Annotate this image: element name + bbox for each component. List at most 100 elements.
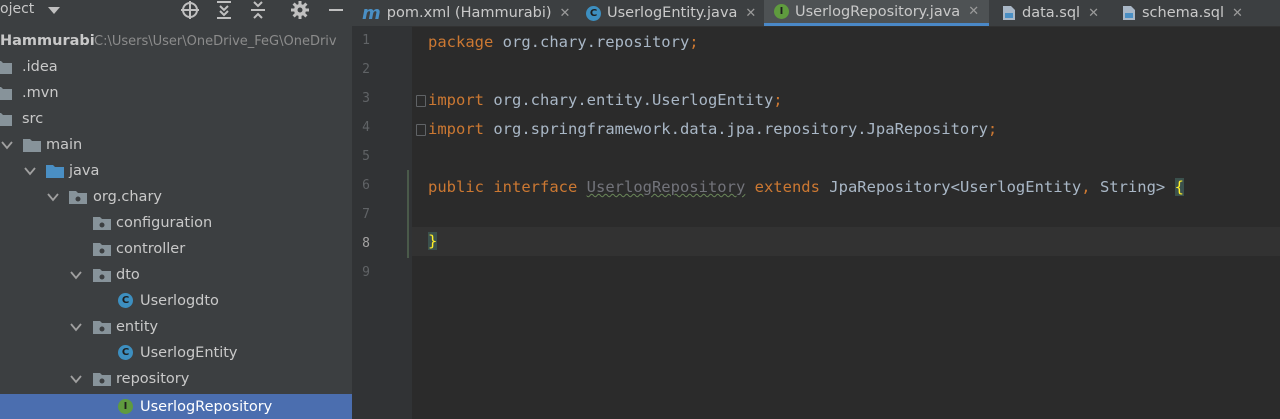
code-line-8: } <box>428 232 438 250</box>
tree-item-main[interactable]: main <box>0 132 352 158</box>
line-number: 2 <box>362 62 370 77</box>
package-icon <box>93 269 111 282</box>
project-panel: oject Hammurabi C:\Users\User\OneDrive_F… <box>0 0 352 419</box>
project-toolbar: oject <box>0 0 352 22</box>
maven-icon: m <box>362 2 381 24</box>
tab-schema-sql[interactable]: schema.sql ✕ <box>1122 0 1243 26</box>
module-path: C:\Users\User\OneDrive_FeG\OneDriv <box>94 33 337 49</box>
line-number: 4 <box>362 120 370 135</box>
tree-item-label: entity <box>116 319 159 335</box>
chevron-down-icon[interactable] <box>23 164 37 178</box>
editor-area: m pom.xml (Hammurabi) ✕ C UserlogEntity.… <box>352 0 1280 419</box>
tab-userlogrepository[interactable]: I UserlogRepository.java ✕ <box>764 0 990 26</box>
tree-item-mvn[interactable]: .mvn <box>0 80 352 106</box>
tree-item-label: main <box>46 137 83 153</box>
tab-label: pom.xml (Hammurabi) <box>386 5 552 21</box>
tab-pom-xml[interactable]: m pom.xml (Hammurabi) ✕ <box>362 0 570 26</box>
folder-icon <box>0 113 12 126</box>
tree-item-idea[interactable]: .idea <box>0 54 352 80</box>
tab-label: schema.sql <box>1142 5 1225 21</box>
tree-item-dto[interactable]: dto <box>0 262 352 288</box>
code-line-3: import org.chary.entity.UserlogEntity; <box>428 91 783 109</box>
current-line-highlight <box>412 227 1280 256</box>
tree-item-label: Userlogdto <box>140 293 219 309</box>
tree-item-label: .mvn <box>22 85 59 101</box>
dropdown-icon[interactable] <box>44 0 64 20</box>
chevron-down-icon[interactable] <box>69 372 83 386</box>
tab-label: data.sql <box>1022 5 1081 21</box>
code-line-1: package org.chary.repository; <box>428 33 699 51</box>
close-icon[interactable]: ✕ <box>745 6 756 21</box>
folder-icon <box>0 87 12 100</box>
editor-tabs: m pom.xml (Hammurabi) ✕ C UserlogEntity.… <box>352 0 1280 27</box>
change-marker <box>407 170 409 258</box>
close-icon[interactable]: ✕ <box>1088 6 1099 21</box>
line-number: 3 <box>362 91 370 106</box>
tab-label: UserlogRepository.java <box>795 3 961 20</box>
expand-all-icon[interactable] <box>214 0 234 20</box>
line-number: 7 <box>362 207 370 222</box>
tree-item-controller[interactable]: controller <box>0 236 352 262</box>
line-gutter: 1 2 3 4 5 6 7 8 9 <box>352 26 426 419</box>
tree-item-label: .idea <box>22 59 58 75</box>
chevron-down-icon[interactable] <box>69 268 83 282</box>
package-icon <box>93 217 111 230</box>
source-folder-icon <box>46 165 64 178</box>
line-number: 1 <box>362 33 370 48</box>
line-number: 9 <box>362 265 370 280</box>
tree-item-java[interactable]: java <box>0 158 352 184</box>
chevron-down-icon[interactable] <box>0 138 14 152</box>
code-line-4: import org.springframework.data.jpa.repo… <box>428 120 998 138</box>
interface-icon: I <box>774 4 789 19</box>
tab-data-sql[interactable]: data.sql ✕ <box>1002 0 1099 26</box>
code-editor[interactable]: package org.chary.repository; import org… <box>412 26 1280 419</box>
tree-item-configuration[interactable]: configuration <box>0 210 352 236</box>
chevron-down-icon[interactable] <box>69 320 83 334</box>
close-icon[interactable]: ✕ <box>968 4 979 19</box>
folder-icon <box>23 139 41 152</box>
tree-item-label: dto <box>116 267 140 283</box>
project-view-title[interactable]: oject <box>0 1 34 17</box>
collapse-all-icon[interactable] <box>248 0 268 20</box>
close-icon[interactable]: ✕ <box>560 6 571 21</box>
minimize-icon[interactable] <box>326 0 346 20</box>
tree-item-label: repository <box>116 371 190 387</box>
tree-item-label: org.chary <box>93 189 162 205</box>
tree-item-label: UserlogEntity <box>140 345 238 361</box>
code-line-6: public interface UserlogRepository exten… <box>428 178 1184 196</box>
sql-file-icon <box>1003 6 1015 20</box>
tree-item-label: controller <box>116 241 186 257</box>
tree-item-repository[interactable]: repository <box>0 366 352 392</box>
package-icon <box>69 191 87 204</box>
package-icon <box>93 373 111 386</box>
tree-item-userlogentity[interactable]: C UserlogEntity <box>0 340 352 366</box>
package-icon <box>93 243 111 256</box>
gear-icon[interactable] <box>290 0 310 20</box>
tree-item-org-chary[interactable]: org.chary <box>0 184 352 210</box>
line-number: 8 <box>362 236 370 251</box>
tree-item-src[interactable]: src <box>0 106 352 132</box>
module-name: Hammurabi <box>0 33 95 49</box>
tree-item-label: configuration <box>116 215 213 231</box>
interface-icon: I <box>118 399 133 414</box>
tree-item-entity[interactable]: entity <box>0 314 352 340</box>
sql-file-icon <box>1123 6 1135 20</box>
tree-item-userlogrepository[interactable]: I UserlogRepository <box>0 394 352 419</box>
class-icon: C <box>118 293 133 308</box>
close-icon[interactable]: ✕ <box>1232 6 1243 21</box>
package-icon <box>93 321 111 334</box>
tab-userlogentity[interactable]: C UserlogEntity.java ✕ <box>586 0 756 26</box>
line-number: 6 <box>362 178 370 193</box>
tree-item-module[interactable]: Hammurabi C:\Users\User\OneDrive_FeG\One… <box>0 28 352 54</box>
tree-item-label: java <box>69 163 100 179</box>
folder-icon <box>0 61 12 74</box>
tree-item-userlogdto[interactable]: C Userlogdto <box>0 288 352 314</box>
locate-icon[interactable] <box>180 0 200 20</box>
class-icon: C <box>586 5 601 21</box>
class-icon: C <box>118 345 133 360</box>
tree-item-label: UserlogRepository <box>140 399 273 415</box>
tab-label: UserlogEntity.java <box>607 5 738 21</box>
chevron-down-icon[interactable] <box>46 190 60 204</box>
line-number: 5 <box>362 149 370 164</box>
tree-item-label: src <box>22 111 44 127</box>
